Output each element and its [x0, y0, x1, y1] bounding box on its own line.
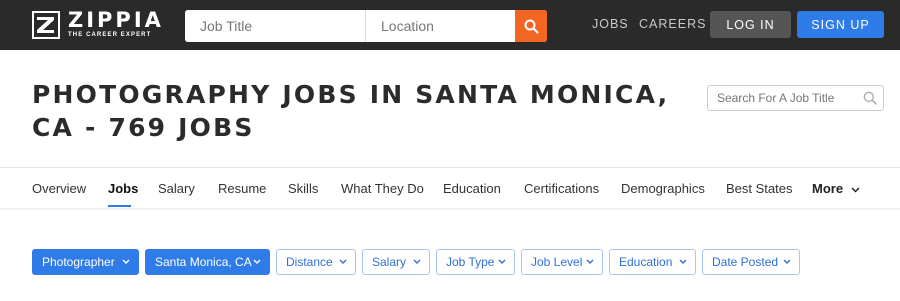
nav-careers-link[interactable]: CAREERS	[639, 17, 706, 31]
login-button[interactable]: LOG IN	[710, 11, 791, 38]
tab-more[interactable]: More	[812, 181, 860, 196]
signup-button[interactable]: SIGN UP	[797, 11, 884, 38]
job-search-bar	[185, 10, 547, 42]
job-title-search-box	[707, 85, 884, 111]
filter-label: Education	[619, 255, 673, 269]
page-title: PHOTOGRAPHY JOBS IN SANTA MONICA, CA - 7…	[32, 80, 670, 142]
top-navigation-bar: ZIPPIA THE CAREER EXPERT JOBS CAREERS LO…	[0, 0, 900, 50]
filter-job-type[interactable]: Job Type	[436, 249, 515, 275]
logo-wordmark: ZIPPIA	[68, 8, 164, 32]
tab-education[interactable]: Education	[443, 181, 501, 196]
filter-label: Distance	[286, 255, 333, 269]
zippia-logo-icon	[32, 10, 60, 39]
filter-date-posted[interactable]: Date Posted	[702, 249, 800, 275]
chevron-down-icon	[339, 259, 347, 264]
search-icon[interactable]	[863, 91, 877, 105]
filter-label: Job Level	[531, 255, 583, 269]
chevron-down-icon	[413, 259, 421, 264]
divider	[0, 208, 900, 211]
filter-label: Salary	[372, 255, 407, 269]
filter-salary[interactable]: Salary	[362, 249, 430, 275]
chevron-down-icon	[851, 187, 860, 193]
tab-overview[interactable]: Overview	[32, 181, 86, 196]
job-title-search-input[interactable]	[708, 86, 858, 110]
chevron-down-icon	[679, 259, 687, 264]
tab-demographics[interactable]: Demographics	[621, 181, 705, 196]
tab-best-states[interactable]: Best States	[726, 181, 792, 196]
location-input[interactable]	[366, 10, 515, 42]
zippia-logo[interactable]: ZIPPIA THE CAREER EXPERT	[32, 10, 164, 39]
filter-education[interactable]: Education	[609, 249, 696, 275]
tab-salary[interactable]: Salary	[158, 181, 195, 196]
tab-skills[interactable]: Skills	[288, 181, 318, 196]
chevron-down-icon	[122, 259, 130, 264]
logo-tagline: THE CAREER EXPERT	[68, 32, 152, 38]
chevron-down-icon	[498, 259, 506, 264]
filter-label: Photographer	[42, 255, 115, 269]
tab-what-they-do[interactable]: What They Do	[341, 181, 424, 196]
tab-resume[interactable]: Resume	[218, 181, 266, 196]
search-icon	[524, 19, 539, 34]
filter-photographer[interactable]: Photographer	[32, 249, 139, 275]
tab-jobs[interactable]: Jobs	[108, 181, 138, 196]
search-button[interactable]	[515, 10, 547, 42]
job-title-input[interactable]	[185, 10, 366, 42]
section-tabs: Overview Jobs Salary Resume Skills What …	[0, 168, 900, 208]
filter-location[interactable]: Santa Monica, CA	[145, 249, 270, 275]
chevron-down-icon	[253, 259, 261, 264]
nav-jobs-link[interactable]: JOBS	[592, 17, 629, 31]
filter-label: Job Type	[446, 255, 495, 269]
filter-label: Santa Monica, CA	[155, 255, 252, 269]
filter-distance[interactable]: Distance	[276, 249, 356, 275]
chevron-down-icon	[783, 259, 791, 264]
filter-label: Date Posted	[712, 255, 779, 269]
filter-job-level[interactable]: Job Level	[521, 249, 603, 275]
active-tab-indicator	[108, 205, 131, 207]
chevron-down-icon	[586, 259, 594, 264]
tab-certifications[interactable]: Certifications	[524, 181, 599, 196]
tab-more-label: More	[812, 181, 844, 196]
